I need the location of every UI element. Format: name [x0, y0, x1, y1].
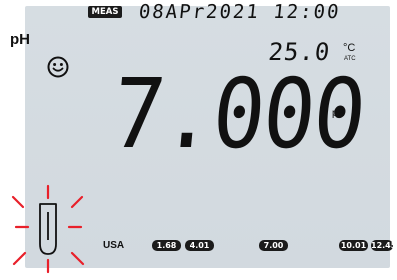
buffer-badge: 12.45 — [371, 240, 397, 251]
buffer-badge: 4.01 — [185, 240, 214, 251]
mode-badge: MEAS — [88, 6, 122, 18]
buffer-group-label: USA — [103, 240, 125, 251]
electrode-calibration-icon — [0, 183, 90, 280]
buffer-badge: 1.68 — [152, 240, 181, 251]
smiley-icon — [47, 56, 69, 83]
temperature-unit: °C — [343, 42, 356, 54]
buffer-badge: 10.01 — [339, 240, 368, 251]
buffer-badge: 7.00 — [259, 240, 288, 251]
measurement-mode-label: pH — [10, 31, 30, 48]
reading-unit: pH — [332, 108, 345, 119]
date-time-display: 08APr2021 12:00 — [137, 1, 342, 23]
ph-reading: 7.000 — [107, 58, 370, 170]
